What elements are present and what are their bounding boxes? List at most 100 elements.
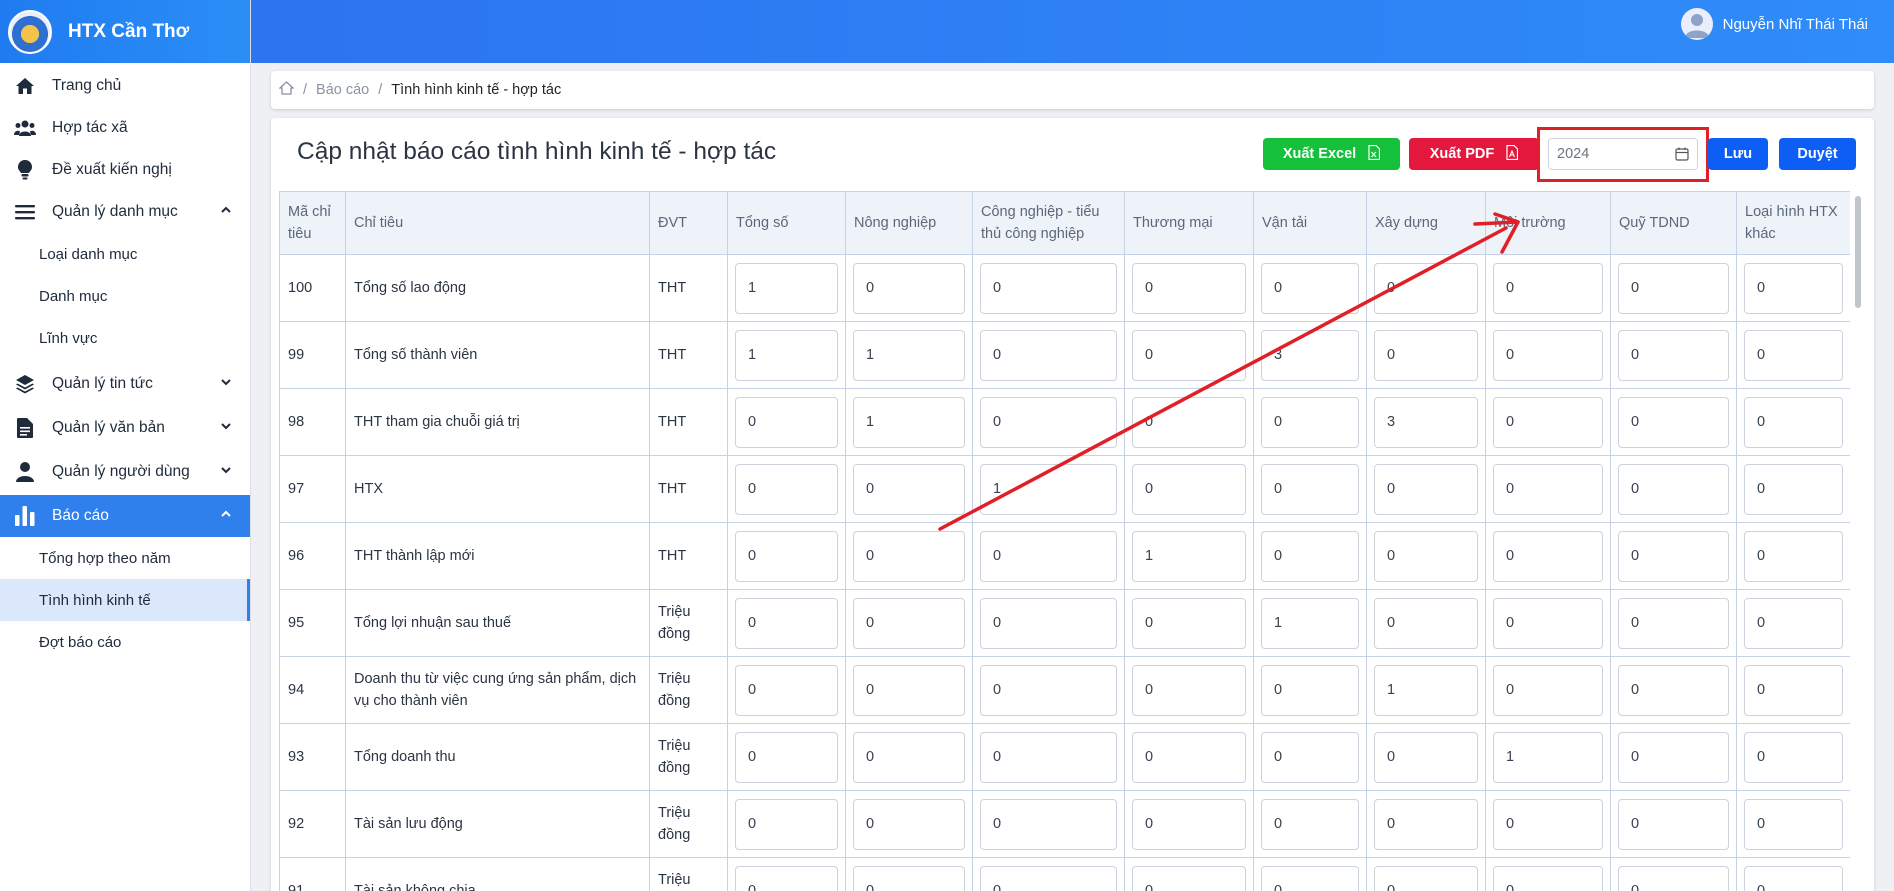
value-input[interactable]: 0 [1132, 597, 1246, 649]
value-input[interactable]: 0 [1744, 396, 1843, 448]
save-button[interactable]: Lưu [1708, 138, 1768, 170]
value-input[interactable]: 0 [980, 329, 1117, 381]
value-input[interactable]: 0 [980, 865, 1117, 891]
value-input[interactable]: 0 [1744, 262, 1843, 314]
sidebar-item-report-periods[interactable]: Đợt báo cáo [0, 621, 250, 663]
value-input[interactable]: 1 [853, 329, 965, 381]
value-input[interactable]: 0 [853, 530, 965, 582]
value-input[interactable]: 0 [1493, 262, 1603, 314]
value-input[interactable]: 0 [735, 463, 838, 515]
value-input[interactable]: 0 [1493, 396, 1603, 448]
value-input[interactable]: 0 [853, 597, 965, 649]
value-input[interactable]: 1 [1493, 731, 1603, 783]
sidebar-item-category-management[interactable]: Quản lý danh mục [0, 191, 250, 233]
value-input[interactable]: 0 [1261, 731, 1359, 783]
sidebar-item-proposals[interactable]: Đề xuất kiến nghị [0, 149, 250, 191]
value-input[interactable]: 0 [1618, 664, 1729, 716]
value-input[interactable]: 1 [1132, 530, 1246, 582]
sidebar-item-category-types[interactable]: Loại danh mục [0, 233, 250, 275]
value-input[interactable]: 0 [735, 865, 838, 891]
value-input[interactable]: 0 [1132, 329, 1246, 381]
value-input[interactable]: 0 [1744, 329, 1843, 381]
value-input[interactable]: 0 [1744, 463, 1843, 515]
value-input[interactable]: 0 [1374, 798, 1478, 850]
value-input[interactable]: 0 [1132, 396, 1246, 448]
value-input[interactable]: 0 [1618, 329, 1729, 381]
value-input[interactable]: 0 [1744, 530, 1843, 582]
value-input[interactable]: 0 [1261, 463, 1359, 515]
value-input[interactable]: 1 [980, 463, 1117, 515]
value-input[interactable]: 0 [980, 530, 1117, 582]
sidebar-item-fields[interactable]: Lĩnh vực [0, 317, 250, 359]
value-input[interactable]: 0 [1744, 731, 1843, 783]
value-input[interactable]: 0 [980, 262, 1117, 314]
value-input[interactable]: 0 [1132, 865, 1246, 891]
value-input[interactable]: 0 [1493, 664, 1603, 716]
user-menu[interactable]: Nguyễn Nhĩ Thái Thái [1680, 8, 1868, 40]
value-input[interactable]: 0 [853, 798, 965, 850]
value-input[interactable]: 1 [1261, 597, 1359, 649]
sidebar-item-users-management[interactable]: Quản lý người dùng [0, 451, 250, 493]
value-input[interactable]: 0 [1132, 664, 1246, 716]
value-input[interactable]: 0 [1493, 329, 1603, 381]
value-input[interactable]: 1 [853, 396, 965, 448]
value-input[interactable]: 0 [1374, 597, 1478, 649]
export-pdf-button[interactable]: Xuất PDF [1409, 138, 1539, 170]
value-input[interactable]: 0 [1261, 262, 1359, 314]
value-input[interactable]: 0 [1374, 329, 1478, 381]
value-input[interactable]: 0 [1132, 798, 1246, 850]
sidebar-item-annual-summary[interactable]: Tổng hợp theo năm [0, 537, 250, 579]
value-input[interactable]: 0 [1744, 865, 1843, 891]
value-input[interactable]: 0 [1493, 463, 1603, 515]
sidebar-item-documents-management[interactable]: Quản lý văn bản [0, 407, 250, 449]
value-input[interactable]: 1 [735, 262, 838, 314]
value-input[interactable]: 1 [1374, 664, 1478, 716]
export-excel-button[interactable]: Xuất Excel [1263, 138, 1400, 170]
value-input[interactable]: 0 [735, 396, 838, 448]
sidebar-item-categories[interactable]: Danh mục [0, 275, 250, 317]
value-input[interactable]: 0 [1618, 396, 1729, 448]
value-input[interactable]: 0 [1618, 798, 1729, 850]
value-input[interactable]: 0 [1744, 664, 1843, 716]
sidebar-item-news-management[interactable]: Quản lý tin tức [0, 363, 250, 405]
value-input[interactable]: 0 [1374, 731, 1478, 783]
value-input[interactable]: 0 [1618, 597, 1729, 649]
value-input[interactable]: 0 [1261, 865, 1359, 891]
value-input[interactable]: 0 [1618, 463, 1729, 515]
value-input[interactable]: 0 [853, 463, 965, 515]
value-input[interactable]: 0 [1132, 463, 1246, 515]
value-input[interactable]: 0 [1132, 731, 1246, 783]
home-icon[interactable] [278, 81, 295, 99]
sidebar-item-reports[interactable]: Báo cáo [0, 495, 250, 537]
value-input[interactable]: 0 [1493, 798, 1603, 850]
value-input[interactable]: 0 [853, 262, 965, 314]
value-input[interactable]: 0 [853, 731, 965, 783]
value-input[interactable]: 0 [980, 597, 1117, 649]
value-input[interactable]: 0 [1374, 530, 1478, 582]
value-input[interactable]: 1 [735, 329, 838, 381]
value-input[interactable]: 0 [1493, 530, 1603, 582]
sidebar-item-cooperatives[interactable]: Hợp tác xã [0, 107, 250, 149]
value-input[interactable]: 0 [1618, 731, 1729, 783]
value-input[interactable]: 0 [980, 731, 1117, 783]
value-input[interactable]: 0 [980, 798, 1117, 850]
value-input[interactable]: 0 [735, 664, 838, 716]
value-input[interactable]: 0 [853, 865, 965, 891]
value-input[interactable]: 0 [1744, 798, 1843, 850]
value-input[interactable]: 0 [1374, 262, 1478, 314]
value-input[interactable]: 0 [980, 396, 1117, 448]
value-input[interactable]: 0 [1493, 865, 1603, 891]
value-input[interactable]: 0 [1618, 865, 1729, 891]
value-input[interactable]: 0 [1261, 664, 1359, 716]
value-input[interactable]: 0 [735, 731, 838, 783]
value-input[interactable]: 0 [1261, 530, 1359, 582]
value-input[interactable]: 0 [1374, 865, 1478, 891]
value-input[interactable]: 0 [980, 664, 1117, 716]
value-input[interactable]: 0 [735, 798, 838, 850]
sidebar-item-economic-situation[interactable]: Tình hình kinh tế [0, 579, 250, 621]
value-input[interactable]: 0 [1744, 597, 1843, 649]
value-input[interactable]: 3 [1374, 396, 1478, 448]
value-input[interactable]: 0 [1261, 798, 1359, 850]
value-input[interactable]: 0 [853, 664, 965, 716]
sidebar-item-home[interactable]: Trang chủ [0, 65, 250, 107]
